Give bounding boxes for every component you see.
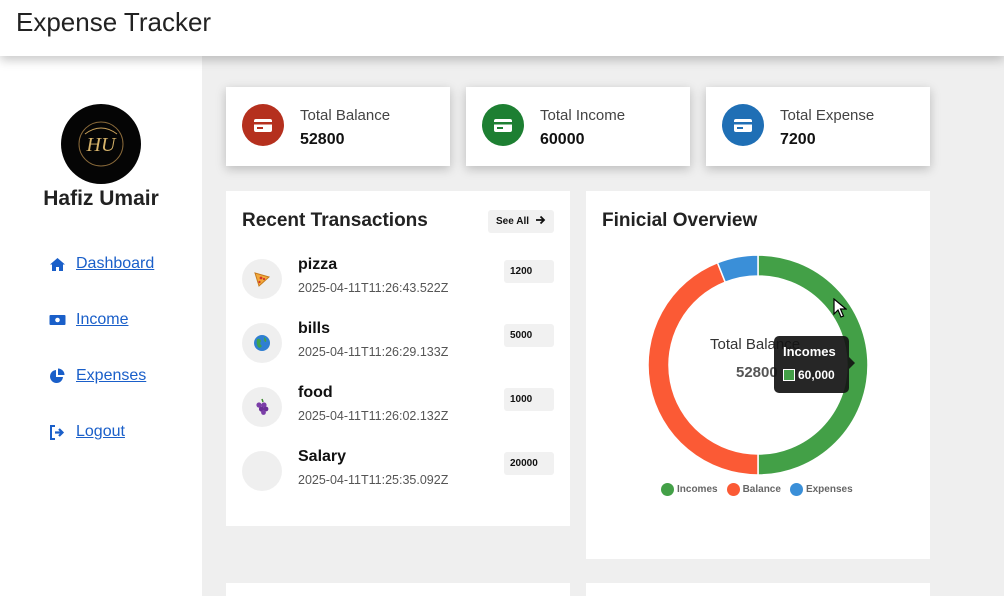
nav-expenses-label[interactable]: Expenses [76,367,146,385]
pie-chart-icon [48,367,66,385]
legend-label: Incomes [677,484,718,495]
donut-slice-expenses[interactable] [716,254,759,284]
transaction-amount: 1000 [504,388,554,411]
nav-income-label[interactable]: Income [76,311,128,329]
transaction-name: food [298,384,333,401]
transaction-date: 2025-04-11T11:25:35.092Z [298,473,449,487]
avatar-logo-icon: HU [78,121,124,167]
stat-card-total-income: Total Income 60000 [466,87,690,166]
transaction-amount: 5000 [504,324,554,347]
transaction-name: Salary [298,448,347,465]
stat-value: 60000 [540,131,585,148]
transaction-amount: 1200 [504,260,554,283]
financial-overview-panel: Finicial Overview Total Balance 52800 In… [586,191,930,559]
user-name: Hafiz Umair [43,187,159,210]
transaction-amount: 20000 [504,452,554,475]
chart-tooltip: Incomes 60,000 [774,336,855,393]
stat-label: Total Balance [300,107,391,124]
see-all-label: See All [496,216,529,227]
tooltip-title: Incomes [783,344,836,359]
tooltip-value-row: 60,000 [783,368,835,382]
recent-transactions-title: Recent Transactions [242,210,428,231]
stat-value: 7200 [780,131,816,148]
bottom-panel-left [226,583,570,596]
nav-dashboard[interactable]: Dashboard [48,255,154,273]
legend-item-expenses[interactable]: Expenses [789,483,853,496]
legend-label: Expenses [805,484,853,495]
logout-icon [48,423,66,441]
tooltip-swatch [783,369,795,381]
legend-dot [789,483,803,496]
app-title: Expense Tracker [16,7,212,37]
credit-card-icon [482,104,524,146]
sidebar: HU Hafiz Umair Dashboard Income Expenses… [0,56,202,596]
avatar: HU [61,104,141,184]
home-icon [48,255,66,273]
pizza-icon [242,259,282,299]
transaction-date: 2025-04-11T11:26:29.133Z [298,345,449,359]
bottom-panel-right [586,583,930,596]
transaction-date: 2025-04-11T11:26:02.132Z [298,409,449,423]
legend-item-balance[interactable]: Balance [726,483,781,496]
legend-dot [661,483,674,496]
nav-income[interactable]: Income [48,311,128,329]
grapes-icon [242,387,282,427]
legend-label: Balance [742,484,781,495]
stat-card-total-balance: Total Balance 52800 [226,87,450,166]
stat-value: 52800 [300,131,345,148]
stat-label: Total Expense [780,107,875,124]
stat-label: Total Income [540,107,626,124]
nav-dashboard-label[interactable]: Dashboard [76,255,154,273]
transaction-row[interactable]: Salary 2025-04-11T11:25:35.092Z 20000 [242,448,554,495]
recent-transactions-panel: Recent Transactions See All pizza 2025-0… [226,191,570,526]
transaction-row[interactable]: food 2025-04-11T11:26:02.132Z 1000 [242,384,554,431]
arrow-right-icon [535,215,546,228]
legend-dot [726,483,740,496]
transaction-icon-placeholder [242,451,282,491]
stat-card-total-expense: Total Expense 7200 [706,87,930,166]
tooltip-value: 60,000 [798,368,835,382]
see-all-button[interactable]: See All [488,210,554,233]
credit-card-icon [722,104,764,146]
transaction-name: pizza [298,256,338,273]
nav-logout-label[interactable]: Logout [76,423,125,441]
globe-icon [242,323,282,363]
chart-center-value: 52800 [736,364,778,381]
chart-legend: Incomes Balance Expenses [661,483,853,496]
money-bill-icon [48,311,66,329]
nav-expenses[interactable]: Expenses [48,367,146,385]
legend-item-incomes[interactable]: Incomes [661,483,718,496]
transaction-date: 2025-04-11T11:26:43.522Z [298,281,449,295]
mouse-cursor-icon [833,298,847,318]
credit-card-icon [242,104,284,146]
transaction-name: bills [298,320,331,337]
top-bar: Expense Tracker [0,0,1004,56]
transaction-row[interactable]: pizza 2025-04-11T11:26:43.522Z 1200 [242,256,554,303]
nav-logout[interactable]: Logout [48,423,125,441]
transaction-row[interactable]: bills 2025-04-11T11:26:29.133Z 5000 [242,320,554,367]
avatar-initials: HU [86,134,117,156]
